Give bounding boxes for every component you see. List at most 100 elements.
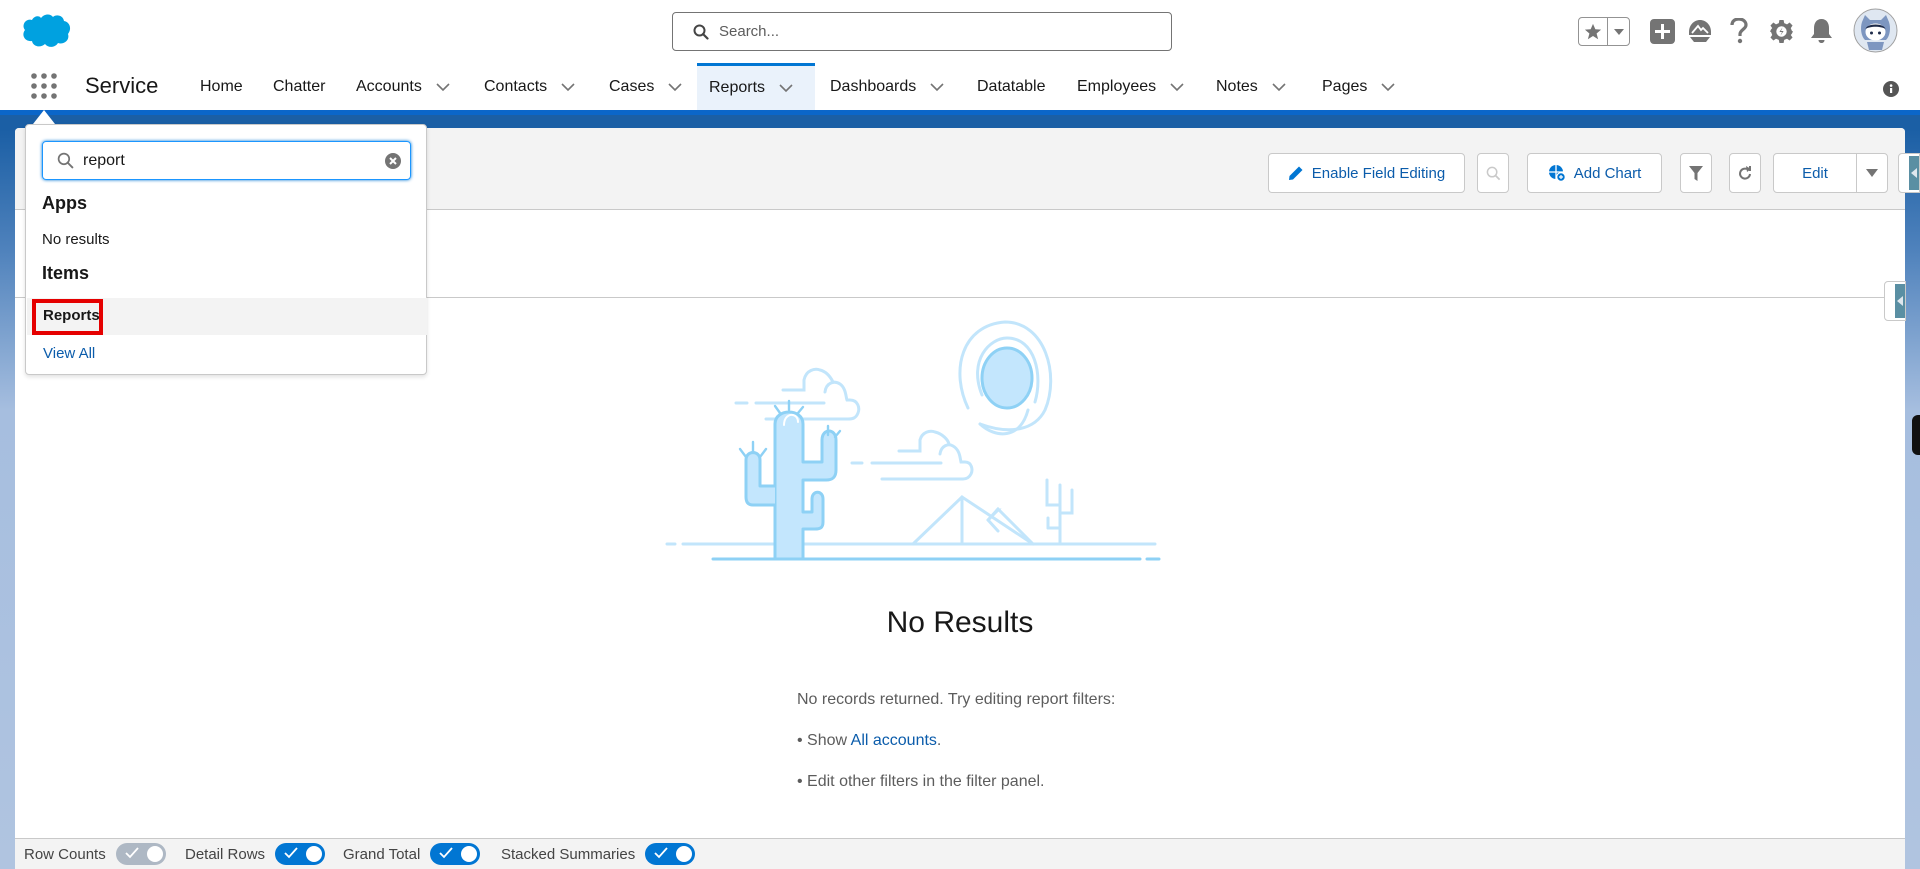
nav-item-notes[interactable]: Notes bbox=[1204, 63, 1298, 110]
dropdown-pointer bbox=[33, 110, 55, 124]
enable-field-editing-button[interactable]: Enable Field Editing bbox=[1268, 153, 1465, 193]
refresh-button[interactable] bbox=[1729, 153, 1761, 193]
nav-item-pages[interactable]: Pages bbox=[1310, 63, 1407, 110]
gear-icon bbox=[1770, 20, 1793, 43]
chevron-down-icon[interactable] bbox=[1272, 80, 1286, 94]
setup-button[interactable] bbox=[1769, 19, 1794, 44]
toggle-knob bbox=[676, 846, 693, 862]
bullet-prefix: • Show bbox=[797, 732, 851, 749]
refresh-icon bbox=[1738, 166, 1751, 180]
scroll-handle[interactable] bbox=[1912, 415, 1920, 455]
toggle-label: Row Counts bbox=[24, 845, 106, 863]
nav-item-label: Cases bbox=[609, 77, 655, 95]
search-value: report bbox=[83, 151, 125, 169]
edit-button[interactable]: Edit bbox=[1773, 153, 1857, 193]
plus-icon bbox=[1650, 19, 1675, 44]
items-heading: Items bbox=[42, 263, 90, 283]
trailhead-icon bbox=[1689, 20, 1711, 42]
nav-item-label: Pages bbox=[1322, 77, 1368, 95]
chevron-down-icon[interactable] bbox=[668, 80, 682, 94]
check-icon bbox=[125, 847, 139, 859]
empty-state-title: No Results bbox=[886, 606, 1034, 639]
chevron-down-icon[interactable] bbox=[779, 81, 793, 95]
grand-total-toggle[interactable] bbox=[430, 843, 481, 865]
edit-menu-button[interactable] bbox=[1856, 153, 1888, 193]
toggle-knob bbox=[306, 846, 323, 862]
filter-panel-handle[interactable] bbox=[1884, 281, 1906, 321]
nav-item-label: Datatable bbox=[977, 77, 1046, 95]
edit-label: Edit bbox=[1802, 164, 1828, 182]
chart-icon bbox=[1548, 165, 1566, 182]
search-icon bbox=[693, 24, 709, 40]
notifications-button[interactable] bbox=[1810, 18, 1833, 44]
salesforce-logo[interactable] bbox=[20, 13, 72, 49]
row-counts-toggle[interactable] bbox=[115, 843, 166, 865]
nav-item-label: Dashboards bbox=[830, 77, 917, 95]
row-counts-toggle-group: Row Counts bbox=[24, 843, 166, 865]
nav-item-accounts[interactable]: Accounts bbox=[344, 63, 462, 110]
desert-illustration bbox=[665, 320, 1161, 561]
chevron-down-icon[interactable] bbox=[1381, 80, 1395, 94]
global-search-placeholder: Search... bbox=[719, 23, 780, 40]
nav-item-dashboards[interactable]: Dashboards bbox=[818, 63, 956, 110]
nav-item-home[interactable]: Home bbox=[188, 63, 255, 110]
star-icon bbox=[1585, 23, 1602, 39]
collapse-left-icon bbox=[1911, 168, 1917, 178]
add-chart-button[interactable]: Add Chart bbox=[1527, 153, 1662, 193]
nav-item-label: Notes bbox=[1216, 77, 1258, 95]
enable-field-editing-label: Enable Field Editing bbox=[1311, 164, 1446, 182]
stacked-summaries-toggle-group: Stacked Summaries bbox=[501, 843, 696, 865]
grand-total-toggle-group: Grand Total bbox=[343, 843, 481, 865]
view-all-link[interactable]: View All bbox=[43, 345, 95, 362]
favorites-button[interactable] bbox=[1579, 18, 1609, 45]
search-icon bbox=[57, 152, 74, 169]
search-icon bbox=[1486, 166, 1500, 180]
all-accounts-link[interactable]: All accounts bbox=[851, 732, 937, 749]
help-icon bbox=[1730, 18, 1748, 44]
nav-item-cases[interactable]: Cases bbox=[597, 63, 694, 110]
empty-state-bullet-show-all: • Show All accounts. bbox=[797, 732, 941, 750]
app-launcher-dropdown: report Apps No results Items Reports Vie… bbox=[25, 124, 427, 375]
app-nav-bar: Service Home Chatter Accounts Contacts C… bbox=[0, 63, 1920, 110]
chevron-down-icon[interactable] bbox=[436, 80, 450, 94]
nav-item-employees[interactable]: Employees bbox=[1065, 63, 1196, 110]
chevron-down-icon[interactable] bbox=[930, 80, 944, 94]
nav-item-chatter[interactable]: Chatter bbox=[261, 63, 337, 110]
global-search-input[interactable]: Search... bbox=[672, 12, 1172, 51]
toggle-label: Grand Total bbox=[343, 845, 421, 863]
nav-item-datatable[interactable]: Datatable bbox=[965, 63, 1058, 110]
app-name: Service bbox=[85, 73, 159, 98]
nav-item-label: Home bbox=[200, 77, 243, 95]
apps-no-results: No results bbox=[42, 231, 110, 248]
favorites-group bbox=[1578, 17, 1630, 46]
app-launcher-search-input[interactable]: report bbox=[42, 141, 411, 180]
nav-item-contacts[interactable]: Contacts bbox=[472, 63, 587, 110]
global-actions-button[interactable] bbox=[1650, 19, 1675, 44]
help-button[interactable] bbox=[1729, 18, 1749, 44]
side-panel-handle[interactable] bbox=[1898, 153, 1920, 193]
chevron-down-icon[interactable] bbox=[1170, 80, 1184, 94]
toggle-label: Stacked Summaries bbox=[501, 845, 636, 863]
empty-state-message: No records returned. Try editing report … bbox=[797, 691, 1116, 708]
trailhead-button[interactable] bbox=[1687, 19, 1713, 43]
app-launcher-icon[interactable] bbox=[30, 72, 58, 100]
user-avatar[interactable] bbox=[1853, 8, 1898, 53]
report-footer: Row Counts Detail Rows Grand Total Stack… bbox=[15, 838, 1905, 869]
chevron-down-icon[interactable] bbox=[561, 80, 575, 94]
detail-rows-toggle-group: Detail Rows bbox=[185, 843, 326, 865]
nav-item-label: Contacts bbox=[484, 77, 548, 95]
search-report-button[interactable] bbox=[1477, 153, 1509, 193]
nav-item-label: Chatter bbox=[273, 77, 326, 95]
favorites-menu-button[interactable] bbox=[1608, 18, 1629, 45]
clear-icon[interactable] bbox=[385, 153, 401, 169]
empty-state-bullet-filters: • Edit other filters in the filter panel… bbox=[797, 773, 1045, 790]
bullet-suffix: . bbox=[936, 732, 942, 749]
check-icon bbox=[439, 847, 453, 859]
filter-button[interactable] bbox=[1680, 153, 1712, 193]
nav-item-reports[interactable]: Reports bbox=[697, 63, 815, 110]
collapse-left-icon bbox=[1897, 296, 1903, 306]
info-icon[interactable] bbox=[1883, 81, 1899, 97]
detail-rows-toggle[interactable] bbox=[275, 843, 326, 865]
global-header: Search... bbox=[0, 0, 1920, 63]
stacked-summaries-toggle[interactable] bbox=[645, 843, 696, 865]
